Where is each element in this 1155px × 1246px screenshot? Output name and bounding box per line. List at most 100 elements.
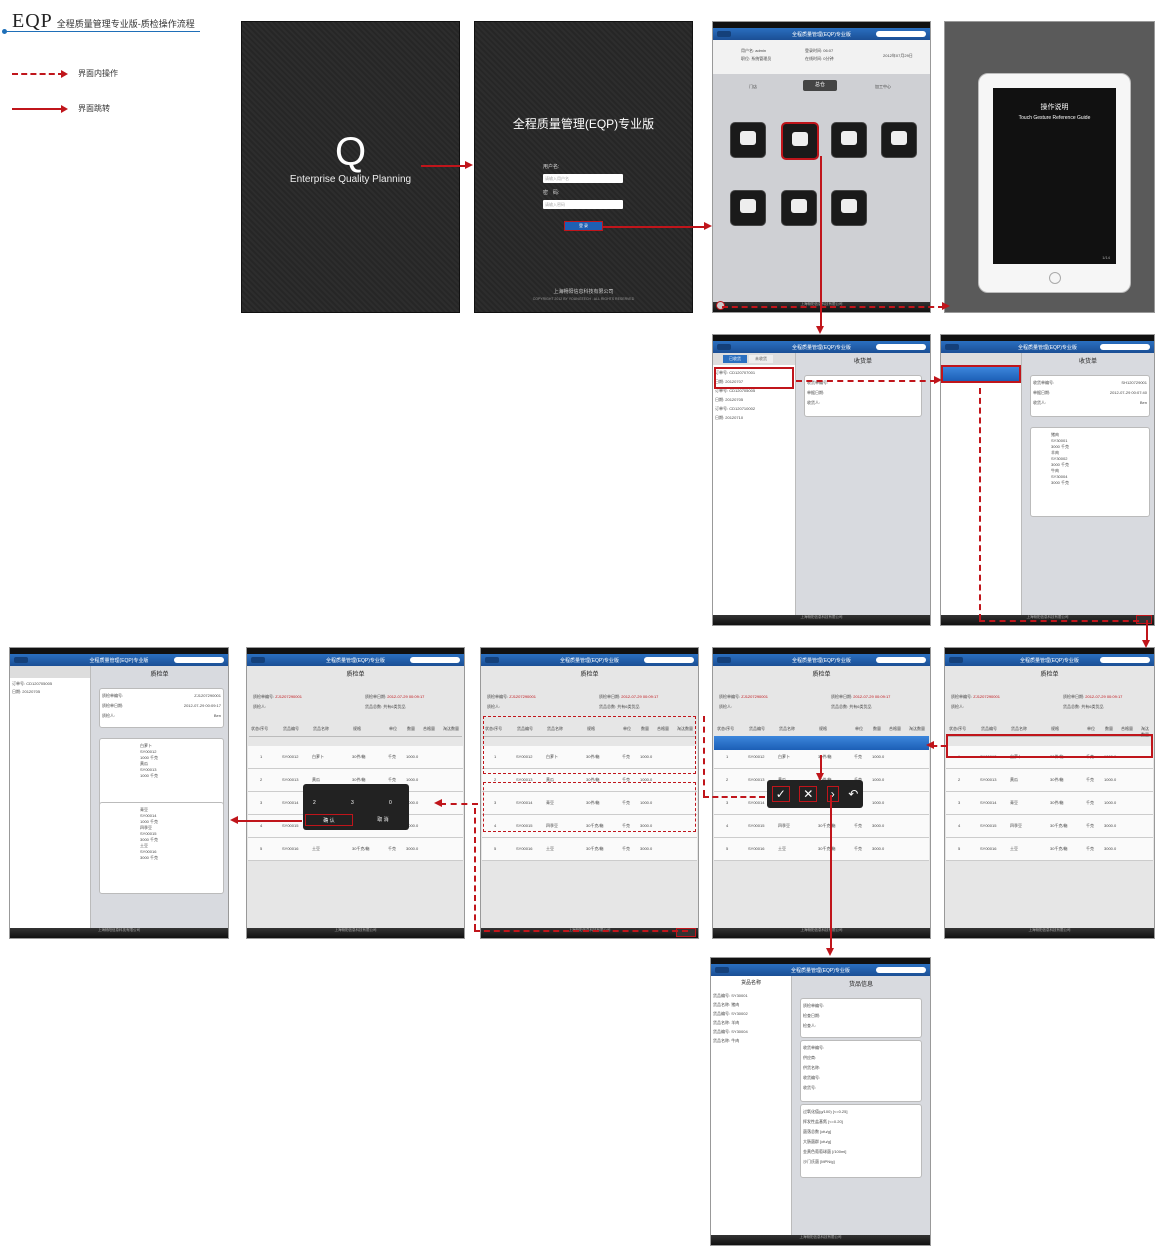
sorting-icon[interactable] (781, 190, 817, 226)
quality-check-icon[interactable] (781, 122, 819, 160)
login-time: 登录时间: 06:07 (805, 48, 834, 53)
nav-bar: 全程质量管理(EQP)专业版 (711, 964, 930, 976)
nav-bar: 全程质量管理(EQP)专业版 (10, 654, 228, 666)
username-input[interactable]: 请输入用户名 (543, 174, 623, 183)
goods-form-2: 收货单编号: 供应商: 供货名称: 收货编号: 收货号: (800, 1040, 922, 1102)
login-button[interactable]: 登 录 (564, 221, 603, 231)
search-input[interactable] (1100, 344, 1150, 350)
arrowhead (816, 773, 824, 781)
order-list: 已收货 未收货 订单号: CD120707001 日期: 20120707 订单… (713, 353, 796, 615)
goods-right-title: 货品信息 (848, 982, 873, 988)
quantity-dialog: 2 3 0 确 认 取 消 (303, 784, 409, 830)
tab-pending[interactable]: 未收货 (749, 355, 773, 363)
return-process-icon[interactable] (730, 190, 766, 226)
table-row[interactable]: 5 SY00016 土豆 30千克/箱 千克 3000.0 (248, 838, 463, 861)
selected-order-row[interactable] (941, 365, 1021, 383)
flow-arrow-13b (474, 808, 476, 930)
qc-dialog-screen: 全程质量管理(EQP)专业版 上海畅阳信息科技有限公司 质检单 质检单编号: Z… (246, 647, 465, 939)
receipt-title: 收货单 (1078, 359, 1097, 365)
search-input[interactable] (876, 967, 926, 973)
home-button-icon[interactable] (1049, 272, 1061, 284)
tab-processing[interactable]: 加工中心 (875, 84, 891, 90)
tab-store[interactable]: 门店 (749, 84, 757, 90)
list-tabs: 已收货 未收货 (713, 353, 795, 365)
table-row[interactable]: 4 SY00015 四季豆 30千克/箱 千克 3000.0 (714, 815, 929, 838)
back-button[interactable] (14, 657, 28, 663)
tablet-frame: 操作说明 Touch Gesture Reference Guide 1/14 (978, 73, 1131, 293)
receipt-detail: 收货单 收货单编号: 单据日期: 收货人: (796, 353, 930, 615)
order-list (941, 353, 1022, 615)
back-button[interactable] (717, 31, 731, 37)
cancel-button[interactable]: 取 消 (359, 814, 407, 826)
goods-info-screen: 全程质量管理(EQP)专业版 货品名称 货品编号: SY30001 货品名称: … (710, 957, 931, 1246)
menu-date: 2012年07月29日 (883, 53, 913, 58)
table-row[interactable]: 5 SY00016 土豆 30千克/箱 千克 3000.0 (714, 838, 929, 861)
tab-warehouse[interactable]: 总仓 (803, 80, 837, 91)
receive-icon[interactable] (730, 122, 766, 158)
footer-company: 上海畅阳信息科技有限公司 (799, 1235, 842, 1239)
chevron-right-icon[interactable]: › (826, 786, 839, 802)
flow-arrow-6 (1146, 620, 1148, 642)
flow-arrow-7 (932, 745, 946, 747)
flow-arrow-13 (474, 930, 688, 932)
inbound-icon[interactable] (831, 122, 867, 158)
check-icon[interactable]: ✓ (771, 786, 790, 802)
search-input[interactable] (174, 657, 224, 663)
flow-arrow-2 (602, 226, 706, 228)
qc-order-list: 订单号: CD120705005 日期: 20120705 (10, 666, 91, 928)
goods-entries[interactable]: 货品编号: SY30001 货品名称: 猪肉 货品编号: SY30002 货品名… (711, 989, 791, 1047)
nav-title: 全程质量管理(EQP)专业版 (791, 967, 850, 974)
search-input[interactable] (876, 344, 926, 350)
nav-bar: 全程质量管理(EQP)专业版 (713, 28, 930, 40)
title-underline (4, 31, 200, 32)
nav-title: 全程质量管理(EQP)专业版 (792, 344, 851, 351)
arrowhead (934, 376, 942, 384)
nav-title: 全程质量管理(EQP)专业版 (1018, 344, 1077, 351)
nav-bar: 全程质量管理(EQP)专业版 (941, 341, 1154, 353)
qc-title: 质检单 (150, 672, 169, 678)
guide-pager: 1/14 (1102, 255, 1110, 260)
dialog-number-3[interactable]: 0 (389, 800, 392, 806)
receipt-detail: 收货单 收货单编号: SH120729001 单据日期: 2012-07-29 00… (1022, 353, 1154, 615)
goods-list: 猪肉 SY30001 3000 千克 羊肉 SY30002 3000 千克 牛肉 SY30… (1030, 427, 1150, 517)
tab-done[interactable]: 已收货 (723, 355, 747, 363)
qc-summary-screen: 全程质量管理(EQP)专业版 上海畅阳信息科技有限公司 订单号: CD12070… (9, 647, 229, 939)
arrowhead (942, 302, 950, 310)
table-row[interactable]: 4 SY00015 四季豆 30千克/箱 千克 3000.0 (946, 815, 1153, 838)
receipt-form: 收货单编号: SH120729001 单据日期: 2012-07-29 00:07:… (1030, 375, 1150, 417)
back-button[interactable] (945, 344, 959, 350)
table-row[interactable]: 5 SY00016 土豆 30千克/箱 千克 3000.0 (482, 838, 697, 861)
dialog-number-1[interactable]: 2 (313, 800, 316, 806)
password-input[interactable]: 请输入密码 (543, 200, 623, 209)
bottom-bar: 上海畅阳信息科技有限公司 (10, 928, 228, 938)
username-label: 用户名: (543, 164, 560, 170)
undo-icon[interactable]: ↶ (848, 787, 858, 801)
table-row[interactable]: 3 SY00014 青豆 30件/箱 千克 1000.0 (946, 792, 1153, 815)
qc-summary: 质检单 质检单编号: ZJ1207290001 质检单日期: 2012-07-29 … (91, 666, 228, 928)
cross-icon[interactable]: ✕ (799, 786, 818, 802)
delivery-icon[interactable] (831, 190, 867, 226)
selected-row[interactable] (714, 736, 929, 750)
table-row[interactable]: 1 SY00012 白萝卜 30件/箱 千克 1000.0 (248, 746, 463, 769)
table-row[interactable]: 2 SY00013 黄瓜 30件/箱 千克 1000.0 (946, 769, 1153, 792)
table-row[interactable]: 5 SY00016 土豆 30千克/箱 千克 3000.0 (946, 838, 1153, 861)
arrowhead (230, 816, 238, 824)
dialog-number-2[interactable]: 3 (351, 800, 354, 806)
receipt-detail-screen: 全程质量管理(EQP)专业版 收货单 收货单编号: SH120729001 单据日… (940, 334, 1155, 626)
confirm-button[interactable]: 确 认 (305, 814, 353, 826)
search-input[interactable] (876, 31, 926, 37)
company-name: 上海畅阳信息科技有限公司 (553, 289, 614, 295)
list-tabs (941, 353, 1021, 365)
back-button[interactable] (715, 967, 729, 973)
flow-arrow-10b (703, 796, 765, 798)
failed-rows-box (483, 782, 696, 832)
row-action-bar: ✓ ✕ › ↶ (767, 780, 863, 808)
back-button[interactable] (717, 344, 731, 350)
return-request-icon[interactable] (881, 122, 917, 158)
goods-metrics: 过氧化值(g/100) [<=0.25] 挥发性盐基氮 [<=0.20] 菌落总数 … (800, 1104, 922, 1178)
qc-order-entry[interactable]: 订单号: CD120705005 日期: 20120705 (10, 678, 90, 698)
flow-arrow-10 (703, 716, 705, 796)
splash-logo: Q (334, 130, 367, 174)
arrowhead (926, 741, 934, 749)
nav-bar: 全程质量管理(EQP)专业版 (713, 341, 930, 353)
